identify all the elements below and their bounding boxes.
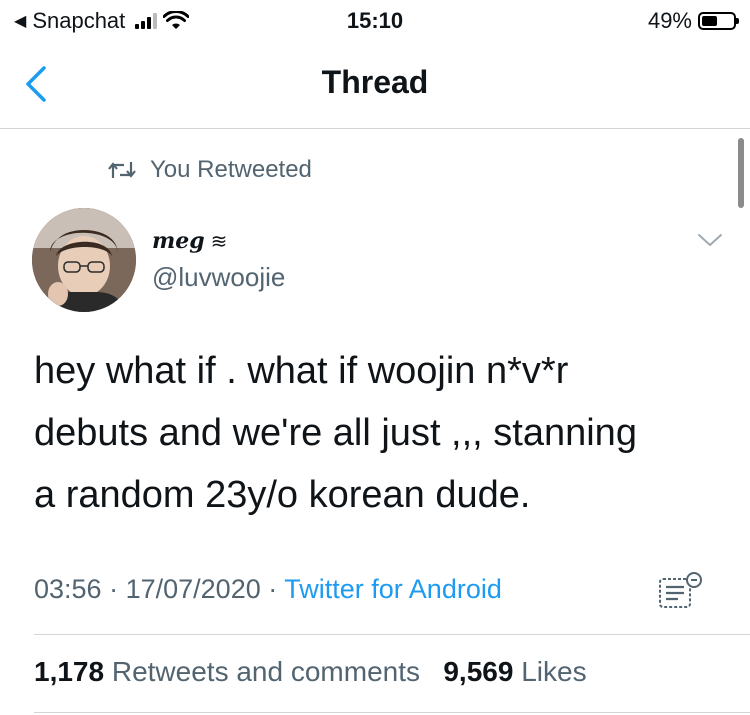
retweet-banner-label: You Retweeted bbox=[150, 156, 312, 183]
battery-icon bbox=[698, 12, 739, 30]
status-bar: ◀ Snapchat 15:10 49% bbox=[0, 0, 750, 40]
battery-percent: 49% bbox=[647, 8, 692, 33]
status-time: 15:10 bbox=[346, 8, 404, 33]
nav-bar: Thread bbox=[0, 40, 750, 129]
scrollbar[interactable] bbox=[738, 138, 744, 208]
avatar[interactable] bbox=[32, 208, 136, 312]
meta-separator: · bbox=[109, 574, 126, 604]
divider bbox=[34, 712, 750, 713]
tweet-meta: 03:56 · 17/07/2020 · Twitter for Android bbox=[34, 574, 502, 605]
meta-separator: · bbox=[268, 574, 285, 604]
retweets-stat[interactable]: 1,178 Retweets and comments bbox=[34, 656, 420, 687]
tweet-stats: 1,178 Retweets and comments 9,569 Likes bbox=[34, 656, 587, 688]
tweet-time: 03:56 bbox=[34, 574, 102, 604]
author-display-name[interactable]: meg ≋ bbox=[152, 228, 227, 254]
likes-count: 9,569 bbox=[443, 656, 514, 687]
tweet-source-link[interactable]: Twitter for Android bbox=[284, 574, 502, 604]
tweet-date: 17/07/2020 bbox=[125, 574, 261, 604]
tweet-text: hey what if . what if woojin n*v*r debut… bbox=[34, 350, 637, 516]
author-name[interactable]: meg bbox=[152, 228, 205, 254]
status-right: 49% bbox=[647, 8, 739, 34]
analytics-icon[interactable] bbox=[656, 571, 704, 611]
retweets-label: Retweets and comments bbox=[111, 656, 420, 687]
retweets-count: 1,178 bbox=[34, 656, 105, 687]
retweet-banner: You Retweeted bbox=[108, 156, 312, 184]
chevron-down-icon[interactable] bbox=[696, 230, 724, 250]
name-emoji: ≋ bbox=[210, 229, 228, 253]
author-handle[interactable]: @luvwoojie bbox=[152, 262, 285, 293]
divider bbox=[34, 634, 750, 635]
page-title: Thread bbox=[321, 64, 429, 100]
retweet-icon bbox=[108, 162, 136, 178]
likes-label: Likes bbox=[521, 656, 587, 687]
likes-stat[interactable]: 9,569 Likes bbox=[443, 656, 586, 687]
